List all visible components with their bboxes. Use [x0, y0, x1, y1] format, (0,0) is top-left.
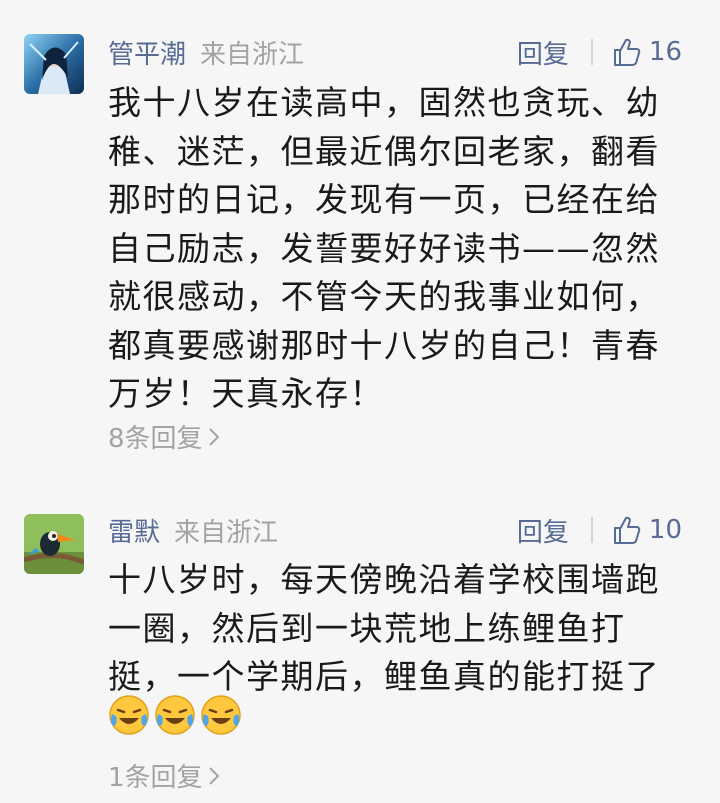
like-count: 10	[648, 515, 682, 545]
replies-count-label: 8条回复	[108, 424, 203, 454]
replies-count-label: 1条回复	[108, 763, 203, 793]
laughing-crying-emoji-icon	[109, 695, 149, 735]
chevron-right-icon	[208, 427, 219, 446]
chevron-right-icon	[208, 766, 219, 785]
comment-author[interactable]: 雷默	[108, 512, 160, 549]
view-replies-link[interactable]: 1条回复	[108, 757, 221, 794]
laughing-crying-emoji-icon	[201, 695, 241, 735]
comment-location: 来自浙江	[200, 39, 305, 70]
action-divider	[590, 39, 593, 65]
user-avatar[interactable]	[24, 34, 84, 94]
like-button[interactable]: 16	[611, 36, 682, 68]
emoji-row	[108, 694, 242, 736]
laughing-crying-emoji-icon	[155, 695, 195, 735]
like-button[interactable]: 10	[611, 514, 682, 546]
comment-text: 十八岁时，每天傍晚沿着学校围墙跑 一圈，然后到一块荒地上练鲤鱼打 挺，一个学期后…	[108, 560, 660, 696]
user-avatar[interactable]	[24, 514, 84, 574]
like-count: 16	[648, 37, 682, 67]
comment-text: 我十八岁在读高中，固然也贪玩、幼 稚、迷茫，但最近偶尔回老家，翻看 那时的日记，…	[108, 83, 660, 413]
comment-location: 来自浙江	[174, 517, 279, 548]
toucan-bird-avatar-icon	[24, 514, 84, 574]
reply-button[interactable]: 回复	[517, 512, 569, 549]
thumbs-up-icon	[613, 516, 641, 544]
view-replies-link[interactable]: 8条回复	[108, 418, 221, 455]
action-divider	[590, 517, 593, 543]
thumbs-up-icon	[613, 38, 641, 66]
fantasy-character-avatar-icon	[24, 34, 84, 94]
comment-author[interactable]: 管平潮	[108, 34, 186, 71]
reply-button[interactable]: 回复	[517, 34, 569, 71]
